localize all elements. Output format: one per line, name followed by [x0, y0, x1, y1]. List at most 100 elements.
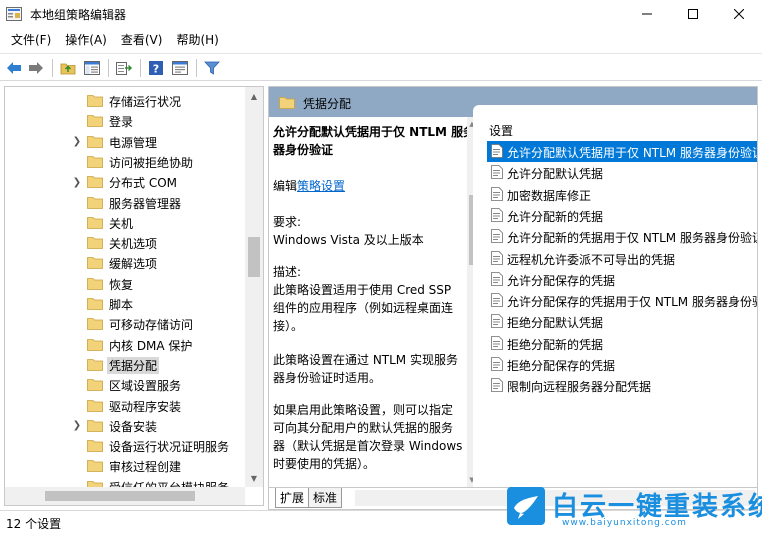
tree-item-label: 登录 — [109, 115, 134, 130]
scrollbar-thumb[interactable] — [45, 491, 195, 501]
details-pane: 凭据分配 允许分配默认凭据用于仅 NTLM 服务器身份验证 编辑策略设置 要求:… — [268, 86, 758, 510]
maximize-icon — [688, 9, 698, 19]
setting-row[interactable]: 拒绝分配新的凭据 — [487, 333, 757, 354]
chevron-right-icon[interactable]: ❯ — [71, 135, 83, 149]
policy-tree-pane[interactable]: 存储运行状况登录 ❯ 电源管理访问被拒绝协助 ❯ 分布式 COM 服务器管理器关机关机选项… — [4, 86, 264, 506]
setting-row[interactable]: 允许分配默认凭据用于仅 NTLM 服务器身份验证 — [487, 141, 758, 162]
tree-item[interactable]: ❯ 分布式 COM — [5, 172, 245, 192]
tree-item[interactable]: 存储运行状况 — [5, 91, 245, 111]
settings-column-header[interactable]: 设置 — [489, 122, 513, 139]
svg-text:?: ? — [153, 63, 159, 76]
tree-item[interactable]: 审核过程创建 — [5, 456, 245, 476]
tree-item-label: 脚本 — [109, 298, 134, 312]
maximize-button[interactable] — [670, 0, 716, 28]
folder-icon — [87, 399, 103, 412]
scroll-down-icon[interactable]: ▼ — [245, 469, 263, 487]
setting-label: 拒绝分配默认凭据 — [507, 316, 604, 331]
edit-policy-link[interactable]: 策略设置 — [297, 179, 345, 193]
show-hide-tree-button[interactable] — [82, 58, 102, 78]
tree-item[interactable]: 内核 DMA 保护 — [5, 335, 245, 355]
description-paragraph-1: 此策略设置适用于使用 Cred SSP 组件的应用程序（例如远程桌面连接）。 — [273, 283, 454, 333]
folder-icon — [279, 97, 295, 109]
settings-count: 12 个设置 — [6, 517, 62, 531]
folder-icon — [87, 318, 103, 331]
policy-setting-icon — [491, 293, 503, 307]
setting-row[interactable]: 允许分配新的凭据用于仅 NTLM 服务器身份验证 — [487, 226, 757, 247]
close-button[interactable] — [716, 0, 762, 28]
folder-icon — [87, 358, 103, 371]
filter-button[interactable] — [202, 58, 222, 78]
folder-icon — [87, 196, 103, 209]
setting-row[interactable]: 拒绝分配保存的凭据 — [487, 354, 757, 375]
tree-item[interactable]: 关机 — [5, 213, 245, 233]
policy-setting-icon — [491, 271, 503, 286]
tree-vertical-scrollbar[interactable]: ▲ ▼ — [245, 87, 263, 487]
tree-item[interactable]: 脚本 — [5, 294, 245, 314]
tree-horizontal-scrollbar[interactable] — [5, 487, 245, 505]
tree-item-label: 内核 DMA 保护 — [109, 338, 193, 353]
tree-item[interactable]: 关机选项 — [5, 233, 245, 253]
watermark: 白云一键重装系统 www.baiyunxitong.com — [506, 486, 762, 532]
tree-item-label: 可移动存储访问 — [109, 318, 194, 333]
folder-icon — [87, 115, 103, 128]
tree-item-label: 恢复 — [109, 277, 134, 292]
export-list-icon — [116, 62, 132, 75]
policy-title: 允许分配默认凭据用于仅 NTLM 服务器身份验证 — [273, 125, 469, 157]
details-header-title: 凭据分配 — [303, 97, 352, 111]
setting-label: 允许分配默认凭据用于仅 NTLM 服务器身份验证 — [507, 146, 758, 160]
tree-item[interactable]: 可移动存储访问 — [5, 314, 245, 334]
folder-icon — [87, 460, 103, 473]
setting-row[interactable]: 拒绝分配默认凭据 — [487, 311, 757, 332]
policy-setting-icon — [491, 229, 503, 244]
menu-help[interactable]: 帮助(H) — [169, 28, 225, 52]
policy-setting-icon — [491, 378, 503, 393]
minimize-button[interactable] — [624, 0, 670, 28]
setting-label: 允许分配默认凭据 — [507, 167, 604, 182]
minimize-icon — [642, 13, 652, 15]
tree-item[interactable]: 凭据分配 — [5, 355, 245, 375]
up-folder-icon — [60, 63, 76, 75]
up-level-button[interactable] — [58, 58, 78, 78]
toolbar: ? — [0, 53, 762, 81]
tree-item[interactable]: 缓解选项 — [5, 253, 245, 273]
chevron-right-icon[interactable]: ❯ — [71, 175, 83, 189]
scrollbar-thumb[interactable] — [248, 237, 260, 277]
setting-row[interactable]: 允许分配保存的凭据用于仅 NTLM 服务器身份验证 — [487, 290, 757, 311]
setting-row[interactable]: 允许分配新的凭据 — [487, 205, 757, 226]
tree-item[interactable]: 服务器管理器 — [5, 193, 245, 213]
tree-item[interactable]: 访问被拒绝协助 — [5, 152, 245, 172]
forward-button[interactable] — [26, 58, 46, 78]
chevron-right-icon[interactable]: ❯ — [71, 419, 83, 433]
tree-item[interactable]: ❯ 电源管理 — [5, 132, 245, 152]
tree-item[interactable]: 区域设置服务 — [5, 375, 245, 395]
setting-row[interactable]: 允许分配默认凭据 — [487, 162, 757, 183]
tree-item-label: 关机选项 — [109, 237, 158, 252]
tree-item[interactable]: 驱动程序安装 — [5, 396, 245, 416]
tree-item-label: 审核过程创建 — [109, 460, 182, 475]
title-bar: 本地组策略编辑器 — [0, 0, 762, 28]
setting-row[interactable]: 允许分配保存的凭据 — [487, 269, 757, 290]
policy-setting-icon — [491, 144, 503, 158]
tree-item-label: 服务器管理器 — [109, 196, 182, 211]
policy-setting-icon — [491, 186, 503, 201]
menu-action[interactable]: 操作(A) — [58, 28, 114, 52]
tree-item-label: 电源管理 — [109, 135, 158, 150]
tree-item[interactable]: 登录 — [5, 111, 245, 131]
tree-item[interactable]: ❯ 设备安装 — [5, 416, 245, 436]
toolbar-separator — [52, 59, 53, 77]
tab-standard[interactable]: 标准 — [309, 488, 343, 508]
help-button[interactable]: ? — [146, 58, 166, 78]
tree-item[interactable]: 恢复 — [5, 274, 245, 294]
menu-view[interactable]: 查看(V) — [114, 28, 170, 52]
tab-extended[interactable]: 扩展 — [275, 488, 310, 508]
setting-row[interactable]: 远程机允许委派不可导出的凭据 — [487, 248, 757, 269]
scroll-up-icon[interactable]: ▲ — [245, 87, 263, 105]
back-button[interactable] — [4, 58, 24, 78]
properties-button[interactable] — [170, 58, 190, 78]
export-list-button[interactable] — [114, 58, 134, 78]
tree-item[interactable]: 设备运行状况证明服务 — [5, 436, 245, 456]
menu-file[interactable]: 文件(F) — [4, 28, 58, 52]
setting-row[interactable]: 加密数据库修正 — [487, 184, 757, 205]
setting-row[interactable]: 限制向远程服务器分配凭据 — [487, 375, 757, 396]
toolbar-separator — [140, 59, 141, 77]
